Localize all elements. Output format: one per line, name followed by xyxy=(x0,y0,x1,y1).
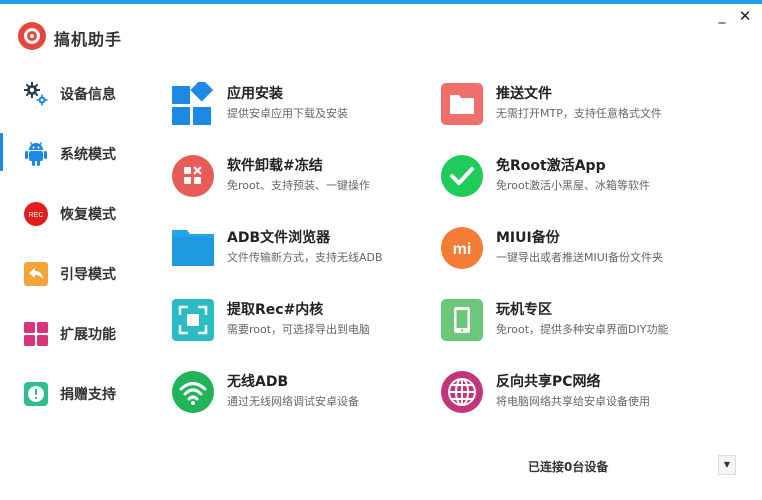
feature-push-file[interactable]: 推送文件 无需打开MTP，支持任意格式文件 xyxy=(440,80,662,128)
back-arrow-icon xyxy=(22,260,50,288)
feature-title: ADB文件浏览器 xyxy=(227,230,331,246)
sidebar-item-boot-mode[interactable]: 引导模式 xyxy=(22,258,116,290)
svg-text:mi: mi xyxy=(453,241,472,258)
sidebar-item-label: 系统模式 xyxy=(60,147,116,163)
feature-title: 推送文件 xyxy=(496,86,552,102)
active-nav-indicator xyxy=(0,133,3,171)
feature-title: 软件卸载#冻结 xyxy=(227,158,323,174)
folder-red-icon xyxy=(440,82,484,126)
feature-description: 一键导出或者推送MIUI备份文件夹 xyxy=(496,251,664,264)
feature-root-free-activate[interactable]: 免Root激活App 免root激活小黑屋、冰箱等软件 xyxy=(440,152,650,200)
sidebar-item-label: 扩展功能 xyxy=(60,327,116,343)
feature-title: 提取Rec#内核 xyxy=(227,302,324,318)
folder-blue-icon xyxy=(171,226,215,270)
phone-icon xyxy=(440,298,484,342)
feature-description: 免root激活小黑屋、冰箱等软件 xyxy=(496,179,651,192)
feature-description: 提供安卓应用下载及安装 xyxy=(227,107,348,120)
feature-reverse-tether[interactable]: 反向共享PC网络 将电脑网络共享给安卓设备使用 xyxy=(440,368,650,416)
feature-app-install[interactable]: 应用安装 提供安卓应用下载及安装 xyxy=(171,80,348,128)
alert-icon xyxy=(22,380,50,408)
mi-icon: mi xyxy=(440,226,484,270)
apps-grid-icon xyxy=(171,82,215,126)
feature-title: 应用安装 xyxy=(227,86,283,102)
device-connection-status: 已连接0台设备 xyxy=(528,460,609,474)
sidebar-item-system-mode[interactable]: 系统模式 xyxy=(22,138,116,170)
sidebar-item-extensions[interactable]: 扩展功能 xyxy=(22,318,116,350)
gears-icon xyxy=(22,80,50,108)
sidebar-item-label: 恢复模式 xyxy=(60,207,116,223)
top-accent-bar xyxy=(0,0,762,4)
app-logo-icon xyxy=(18,22,46,50)
feature-description: 无需打开MTP，支持任意格式文件 xyxy=(496,107,662,120)
feature-description: 将电脑网络共享给安卓设备使用 xyxy=(496,395,650,408)
sidebar-item-label: 引导模式 xyxy=(60,267,116,283)
feature-title: 免Root激活App xyxy=(496,158,606,174)
feature-tinkering-zone[interactable]: 玩机专区 免root，提供多种安卓界面DIY功能 xyxy=(440,296,669,344)
feature-description: 免root，提供多种安卓界面DIY功能 xyxy=(496,323,669,336)
feature-description: 通过无线网络调试安卓设备 xyxy=(227,395,359,408)
sidebar-item-recovery-mode[interactable]: REC 恢复模式 xyxy=(22,198,116,230)
close-button[interactable]: ✕ xyxy=(737,8,753,24)
grid-icon xyxy=(22,320,50,348)
check-icon xyxy=(440,154,484,198)
globe-icon xyxy=(440,370,484,414)
sidebar-item-label: 设备信息 xyxy=(60,87,116,103)
feature-uninstall-freeze[interactable]: 软件卸载#冻结 免root、支持预装、一键操作 xyxy=(171,152,370,200)
sidebar-item-label: 捐赠支持 xyxy=(60,387,116,403)
feature-title: MIUI备份 xyxy=(496,230,560,246)
device-dropdown-button[interactable]: ▼ xyxy=(718,455,736,475)
feature-title: 反向共享PC网络 xyxy=(496,374,601,390)
app-title: 搞机助手 xyxy=(54,30,123,49)
scan-frame-icon xyxy=(171,298,215,342)
uninstall-icon xyxy=(171,154,215,198)
feature-adb-file-browser[interactable]: ADB文件浏览器 文件传输新方式，支持无线ADB xyxy=(171,224,383,272)
sidebar-item-device-info[interactable]: 设备信息 xyxy=(22,78,116,110)
feature-title: 无线ADB xyxy=(227,374,289,390)
sidebar-item-donate[interactable]: 捐赠支持 xyxy=(22,378,116,410)
feature-miui-backup[interactable]: mi MIUI备份 一键导出或者推送MIUI备份文件夹 xyxy=(440,224,663,272)
wifi-icon xyxy=(171,370,215,414)
minimize-button[interactable]: _ xyxy=(714,8,730,24)
feature-description: 文件传输新方式，支持无线ADB xyxy=(227,251,383,264)
rec-icon: REC xyxy=(22,200,50,228)
android-icon xyxy=(22,140,50,168)
feature-wireless-adb[interactable]: 无线ADB 通过无线网络调试安卓设备 xyxy=(171,368,359,416)
feature-extract-rec-kernel[interactable]: 提取Rec#内核 需要root，可选择导出到电脑 xyxy=(171,296,370,344)
feature-title: 玩机专区 xyxy=(496,302,552,318)
feature-description: 免root、支持预装、一键操作 xyxy=(227,179,371,192)
svg-text:REC: REC xyxy=(29,212,44,219)
feature-description: 需要root，可选择导出到电脑 xyxy=(227,323,371,336)
